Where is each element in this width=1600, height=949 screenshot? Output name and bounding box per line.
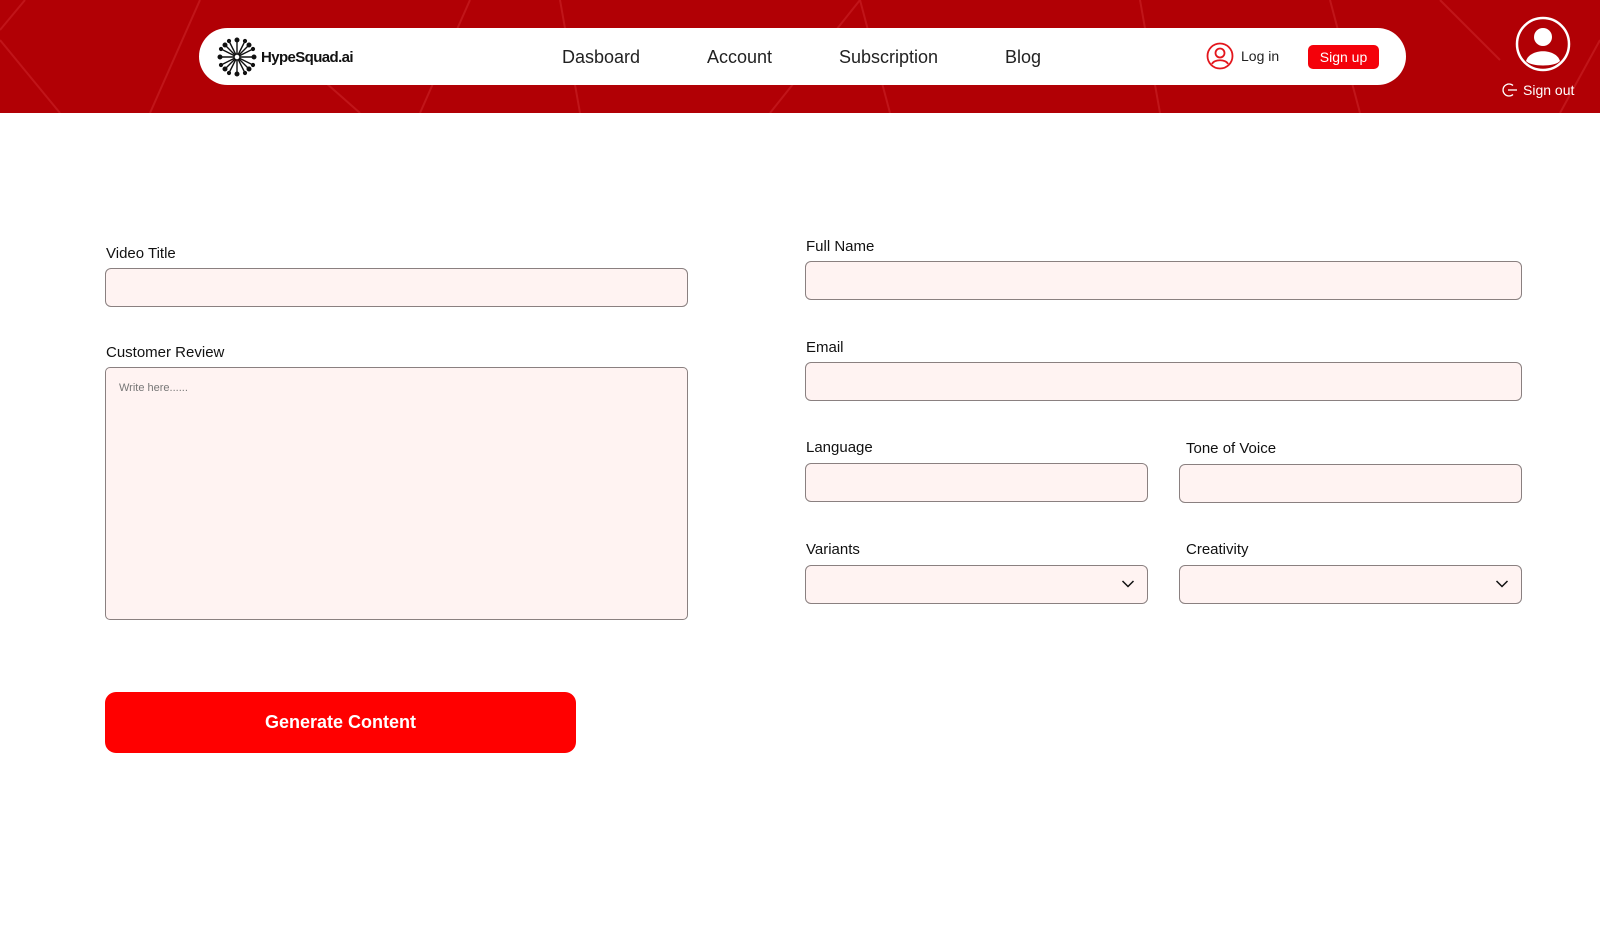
generate-content-button[interactable]: Generate Content (105, 692, 576, 753)
tone-of-voice-input[interactable] (1179, 464, 1522, 503)
signout-link[interactable]: Sign out (1502, 82, 1574, 98)
customer-review-textarea[interactable] (105, 367, 688, 620)
variants-label: Variants (806, 541, 860, 558)
nav-link-account[interactable]: Account (707, 47, 772, 68)
login-link[interactable]: Log in (1206, 42, 1279, 70)
video-title-input[interactable] (105, 268, 688, 307)
chevron-down-icon (1121, 580, 1135, 588)
email-label: Email (806, 339, 844, 356)
signup-button[interactable]: Sign up (1308, 45, 1379, 69)
navbar: HypeSquad.ai Dasboard Account Subscripti… (199, 28, 1406, 85)
video-title-label: Video Title (106, 245, 176, 262)
site-header: HypeSquad.ai Dasboard Account Subscripti… (0, 0, 1600, 113)
creativity-label: Creativity (1186, 541, 1249, 558)
full-name-label: Full Name (806, 238, 875, 255)
nav-link-blog[interactable]: Blog (1005, 47, 1041, 68)
creativity-select[interactable] (1179, 565, 1522, 604)
email-input[interactable] (805, 362, 1522, 401)
language-input[interactable] (805, 463, 1148, 502)
tone-of-voice-label: Tone of Voice (1186, 440, 1277, 457)
nav-link-dashboard[interactable]: Dasboard (562, 47, 640, 68)
customer-review-label: Customer Review (106, 344, 225, 361)
chevron-down-icon (1495, 580, 1509, 588)
hypesquad-logo-icon (217, 37, 257, 77)
sign-out-icon (1502, 83, 1517, 97)
user-outline-icon (1206, 42, 1234, 70)
variants-select[interactable] (805, 565, 1148, 604)
user-circle-icon (1515, 16, 1571, 72)
signout-label: Sign out (1523, 82, 1575, 98)
language-label: Language (806, 439, 873, 456)
user-avatar[interactable] (1515, 16, 1571, 72)
nav-link-subscription[interactable]: Subscription (839, 47, 938, 68)
login-label: Log in (1241, 48, 1280, 64)
brand-name: HypeSquad.ai (261, 48, 354, 66)
brand-logo[interactable]: HypeSquad.ai (217, 37, 354, 77)
full-name-input[interactable] (805, 261, 1522, 300)
